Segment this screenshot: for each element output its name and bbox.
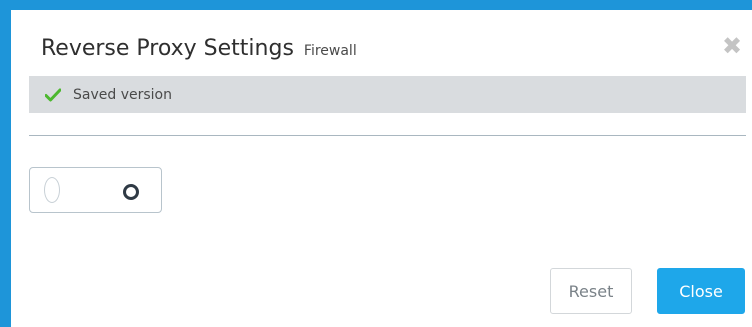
divider: [29, 135, 746, 136]
window-border-top: [0, 0, 752, 10]
checkmark-icon: [45, 88, 61, 101]
dialog-subtitle: Firewall: [303, 43, 357, 59]
close-x-icon[interactable]: ✖: [722, 34, 742, 58]
dialog-header: Reverse Proxy Settings Firewall: [41, 36, 357, 61]
enable-toggle[interactable]: [29, 167, 162, 213]
window-frame: Reverse Proxy Settings Firewall ✖ Saved …: [0, 0, 752, 327]
settings-dialog: Reverse Proxy Settings Firewall ✖ Saved …: [11, 10, 752, 327]
status-text: Saved version: [73, 86, 172, 103]
window-border-left: [0, 0, 11, 327]
dialog-title: Reverse Proxy Settings: [41, 36, 294, 61]
toggle-knob[interactable]: [44, 177, 60, 203]
toggle-off-icon: [123, 184, 139, 200]
status-bar: Saved version: [29, 76, 746, 113]
close-button[interactable]: Close: [657, 268, 745, 314]
reset-button[interactable]: Reset: [550, 268, 632, 314]
